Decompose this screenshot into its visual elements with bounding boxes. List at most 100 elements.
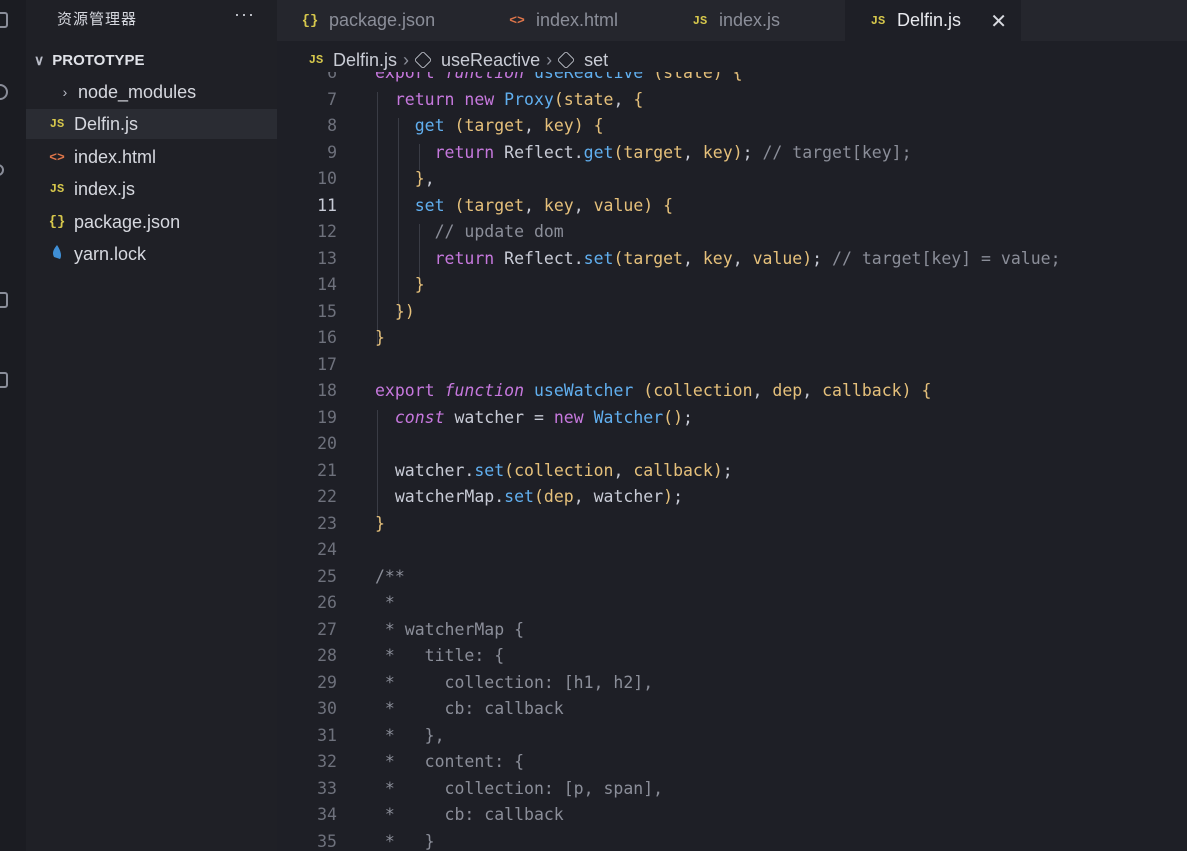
code-line: 20 (277, 431, 1187, 458)
line-number: 29 (317, 672, 337, 692)
line-number: 13 (317, 248, 337, 268)
tab-label: package.json (329, 10, 436, 30)
chevron-right-icon: › (62, 84, 68, 100)
folder-prototype[interactable]: ∨ PROTOTYPE (34, 50, 145, 70)
line-number: 10 (317, 169, 337, 188)
code-text: return Reflect.set(target, key, value); … (434, 248, 1061, 268)
tab-label: Delfin.js (897, 10, 962, 30)
tree-item-package-json[interactable]: {} package.json (26, 207, 277, 237)
js-file-icon: JS (870, 13, 886, 28)
line-number: 20 (317, 434, 337, 453)
code-text: set (target, key, value) { (414, 195, 674, 215)
code-line: 7 return new Proxy(state, { (277, 87, 1187, 114)
code-line: 12 // update dom (277, 219, 1187, 246)
line-number: 22 (317, 487, 337, 506)
code-line: 27 * watcherMap { (277, 617, 1187, 644)
code-text: * collection: [h1, h2], (375, 672, 654, 692)
code-line: 19 const watcher = new Watcher(); (277, 405, 1187, 432)
tree-item-index-js[interactable]: JS index.js (26, 174, 277, 204)
line-number: 16 (317, 328, 337, 347)
code-line: 10 }, (277, 166, 1187, 193)
line-number: 19 (317, 407, 337, 427)
tree-item-index-html[interactable]: <> index.html (26, 142, 277, 172)
line-number: 21 (317, 460, 337, 480)
code-text: watcherMap.set(dep, watcher); (394, 487, 684, 506)
code-line: 25 /** (277, 564, 1187, 591)
line-number: 8 (327, 116, 337, 135)
line-number: 11 (317, 195, 337, 215)
code-line: 23} (277, 511, 1187, 538)
line-number: 32 (317, 752, 337, 771)
code-line: 30 * cb: callback (277, 696, 1187, 723)
editor-tabs: {} package.json <> index.html JS index.j… (277, 0, 1187, 41)
activity-bar (0, 0, 26, 851)
tab-index-js[interactable]: JS index.js (667, 0, 845, 41)
tree-item-delfin-js[interactable]: JS Delfin.js (26, 109, 277, 139)
line-number: 30 (317, 699, 337, 718)
code-text: // update dom (375, 222, 564, 241)
code-editor[interactable]: 6 export function useReactive (state) {7 … (277, 72, 1187, 851)
code-line: 9 return Reflect.get(target, key); // ta… (277, 140, 1187, 167)
method-cube-icon (413, 50, 433, 70)
code-text: * } (375, 831, 435, 851)
breadcrumb: JS Delfin.js › useReactive › set (307, 49, 608, 71)
breadcrumb-member[interactable]: set (584, 50, 608, 71)
tab-package-json[interactable]: {} package.json (277, 0, 484, 41)
remote-icon[interactable] (0, 372, 8, 388)
code-line: 32 * content: { (277, 749, 1187, 776)
explorer-title: 资源管理器 (57, 11, 138, 28)
search-icon[interactable] (0, 84, 8, 100)
code-text: }, (414, 169, 435, 188)
code-line: 21 watcher.set(collection, callback); (277, 458, 1187, 485)
code-line: 22 watcherMap.set(dep, watcher); (277, 484, 1187, 511)
line-number: 17 (317, 354, 337, 374)
tree-item-node-modules[interactable]: › node_modules (26, 77, 277, 107)
line-number: 9 (327, 142, 337, 162)
tree-item-yarn-lock[interactable]: yarn.lock (26, 239, 277, 269)
code-text: * watcherMap { (375, 619, 525, 639)
code-line: 24 (277, 537, 1187, 564)
code-text: } (414, 275, 425, 294)
code-text: get (target, key) { (414, 116, 604, 135)
code-line: 17 (277, 352, 1187, 379)
tree-item-label: index.html (74, 146, 157, 167)
explorer-sidebar: 资源管理器 ··· ∨ PROTOTYPE › node_modules JS … (26, 0, 277, 851)
line-number: 6 (327, 72, 337, 82)
chevron-down-icon: ∨ (34, 51, 45, 68)
tab-label: index.html (536, 10, 619, 30)
line-number: 7 (327, 89, 337, 109)
breadcrumb-function[interactable]: useReactive (441, 50, 540, 71)
close-icon[interactable]: ✕ (990, 9, 1007, 34)
tree-item-label: yarn.lock (74, 243, 147, 264)
code-text: } (375, 328, 385, 347)
json-file-icon: {} (301, 12, 319, 29)
source-control-icon[interactable] (0, 164, 4, 176)
code-text: return new Proxy(state, { (394, 89, 644, 109)
code-text: export function useWatcher (collection, … (375, 381, 932, 400)
code-line: 31 * }, (277, 723, 1187, 750)
yarn-file-icon (46, 244, 68, 265)
code-line: 28 * title: { (277, 643, 1187, 670)
line-number: 31 (317, 725, 337, 745)
js-file-icon: JS (692, 13, 708, 28)
code-text: watcher.set(collection, callback); (394, 460, 733, 480)
line-number: 35 (317, 831, 337, 851)
code-text: const watcher = new Watcher(); (394, 407, 693, 427)
tab-delfin-js[interactable]: JS Delfin.js ✕ (845, 0, 1021, 41)
line-number: 14 (317, 275, 337, 294)
code-line: 13 return Reflect.set(target, key, value… (277, 246, 1187, 273)
tab-index-html[interactable]: <> index.html (484, 0, 667, 41)
line-number: 25 (317, 566, 337, 586)
line-number: 23 (317, 513, 337, 533)
js-file-icon: JS (49, 117, 65, 131)
js-file-icon: JS (49, 182, 65, 196)
code-text: * (375, 593, 395, 612)
extensions-icon[interactable] (0, 292, 8, 308)
code-line: 33 * collection: [p, span], (277, 776, 1187, 803)
breadcrumb-file[interactable]: Delfin.js (333, 50, 397, 71)
folder-label: PROTOTYPE (52, 51, 145, 69)
explorer-icon[interactable] (0, 12, 8, 28)
code-text: * cb: callback (375, 805, 564, 824)
more-actions-icon[interactable]: ··· (234, 4, 255, 25)
run-debug-icon[interactable] (0, 229, 8, 245)
